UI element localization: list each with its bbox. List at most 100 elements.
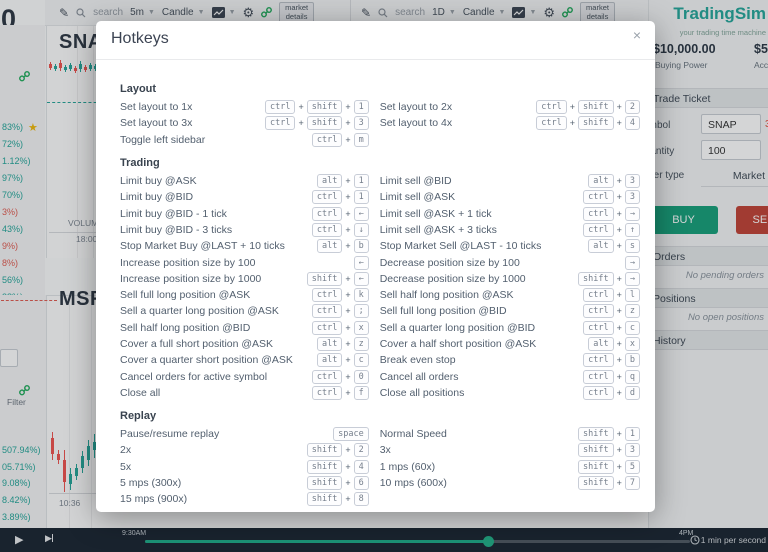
key-ctrl: ctrl	[312, 288, 342, 302]
plus-separator: +	[617, 241, 622, 251]
key-;: ;	[354, 304, 369, 318]
key-c: c	[354, 353, 369, 367]
hotkey-row: Limit buy @BID - 1 tickctrl+←	[120, 205, 369, 221]
key-ctrl: ctrl	[583, 370, 613, 384]
plus-separator: +	[345, 102, 350, 112]
plus-separator: +	[617, 176, 622, 186]
hotkey-label: 10 mps (600x)	[380, 477, 578, 489]
hotkey-section: ReplayPause/resume replayspace2xshift+25…	[120, 410, 640, 507]
plus-separator: +	[345, 323, 350, 333]
hotkey-row: Increase position size by 1000shift+←	[120, 271, 369, 287]
plus-separator: +	[617, 388, 622, 398]
hotkey-row: Increase position size by 100←	[120, 254, 369, 270]
key-shift: shift	[307, 476, 343, 490]
key-1: 1	[625, 427, 640, 441]
key-x: x	[354, 321, 369, 335]
hotkey-row: Set layout to 4xctrl+shift+4	[380, 115, 640, 131]
hotkey-label: Set layout to 2x	[380, 101, 537, 113]
section-title: Trading	[120, 157, 640, 169]
plus-separator: +	[345, 478, 350, 488]
hotkey-label: Normal Speed	[380, 428, 578, 440]
hotkey-row: Limit buy @BID - 3 ticksctrl+↓	[120, 222, 369, 238]
hotkey-row: Limit sell @ASKctrl+3	[380, 189, 640, 205]
hotkey-row: Cover a half short position @ASKalt+x	[380, 336, 640, 352]
hotkey-label: Set layout to 4x	[380, 117, 537, 129]
key-ctrl: ctrl	[583, 321, 613, 335]
key-ctrl: ctrl	[583, 386, 613, 400]
hotkey-row: Limit sell @ASK + 1 tickctrl+→	[380, 205, 640, 221]
hotkey-row: Sell full long position @ASKctrl+k	[120, 287, 369, 303]
plus-separator: +	[617, 102, 622, 112]
key-shift: shift	[578, 427, 614, 441]
key-alt: alt	[588, 239, 613, 253]
key-f: f	[354, 386, 369, 400]
plus-separator: +	[617, 118, 622, 128]
hotkey-row: Sell half long position @ASKctrl+l	[380, 287, 640, 303]
key-ctrl: ctrl	[536, 116, 566, 130]
key-alt: alt	[317, 239, 342, 253]
key-ctrl: ctrl	[583, 304, 613, 318]
hotkey-label: Limit buy @BID - 3 ticks	[120, 224, 312, 236]
key-alt: alt	[588, 174, 613, 188]
plus-separator: +	[617, 225, 622, 235]
key-shift: shift	[307, 492, 343, 506]
hotkey-section: LayoutSet layout to 1xctrl+shift+1Set la…	[120, 83, 640, 148]
key-ctrl: ctrl	[312, 133, 342, 147]
plus-separator: +	[345, 388, 350, 398]
hotkey-row: 5 mps (300x)shift+6	[120, 475, 369, 491]
hotkey-label: Sell full long position @ASK	[120, 289, 312, 301]
close-icon[interactable]: ×	[633, 27, 641, 43]
hotkey-row: Cover a full short position @ASKalt+z	[120, 336, 369, 352]
key-1: 1	[354, 190, 369, 204]
hotkey-label: Cover a half short position @ASK	[380, 338, 589, 350]
hotkey-label: Sell full long position @BID	[380, 305, 583, 317]
key-alt: alt	[317, 174, 342, 188]
hotkey-row: Set layout to 1xctrl+shift+1	[120, 99, 369, 115]
key-shift: shift	[578, 100, 614, 114]
hotkey-row: Limit buy @BIDctrl+1	[120, 189, 369, 205]
modal-header: Hotkeys ×	[96, 21, 655, 60]
key-ctrl: ctrl	[583, 223, 613, 237]
plus-separator: +	[345, 241, 350, 251]
key-ctrl: ctrl	[312, 304, 342, 318]
hotkey-row: Stop Market Sell @LAST - 10 ticksalt+s	[380, 238, 640, 254]
hotkey-label: Limit buy @ASK	[120, 175, 317, 187]
key-x: x	[625, 337, 640, 351]
hotkey-label: Limit buy @BID - 1 tick	[120, 208, 312, 220]
hotkey-label: Cover a full short position @ASK	[120, 338, 317, 350]
plus-separator: +	[345, 274, 350, 284]
hotkey-label: Limit sell @ASK + 1 tick	[380, 208, 583, 220]
key-shift: shift	[307, 272, 343, 286]
hotkey-row: 1 mps (60x)shift+5	[380, 459, 640, 475]
hotkey-label: Sell half long position @ASK	[380, 289, 583, 301]
plus-separator: +	[617, 462, 622, 472]
plus-separator: +	[345, 209, 350, 219]
plus-separator: +	[345, 176, 350, 186]
hotkey-label: Cancel all orders	[380, 371, 583, 383]
plus-separator: +	[570, 102, 575, 112]
plus-separator: +	[617, 274, 622, 284]
key-3: 3	[625, 174, 640, 188]
hotkey-row: Set layout to 3xctrl+shift+3	[120, 115, 369, 131]
key-→: →	[625, 272, 640, 286]
plus-separator: +	[345, 192, 350, 202]
plus-separator: +	[617, 290, 622, 300]
section-title: Layout	[120, 83, 640, 95]
section-title: Replay	[120, 410, 640, 422]
hotkey-label: 15 mps (900x)	[120, 493, 307, 505]
plus-separator: +	[345, 290, 350, 300]
key-↑: ↑	[625, 223, 640, 237]
key-shift: shift	[307, 443, 343, 457]
plus-separator: +	[345, 118, 350, 128]
hotkey-row: Cover a quarter short position @ASKalt+c	[120, 352, 369, 368]
hotkey-label: Cover a quarter short position @ASK	[120, 354, 317, 366]
hotkey-label: Set layout to 3x	[120, 117, 265, 129]
key-→: →	[625, 207, 640, 221]
hotkey-row: Limit sell @ASK + 3 ticksctrl+↑	[380, 222, 640, 238]
plus-separator: +	[570, 118, 575, 128]
plus-separator: +	[617, 445, 622, 455]
key-←: ←	[354, 256, 369, 270]
plus-separator: +	[617, 323, 622, 333]
hotkey-row: 2xshift+2	[120, 442, 369, 458]
hotkey-label: Sell half long position @BID	[120, 322, 312, 334]
